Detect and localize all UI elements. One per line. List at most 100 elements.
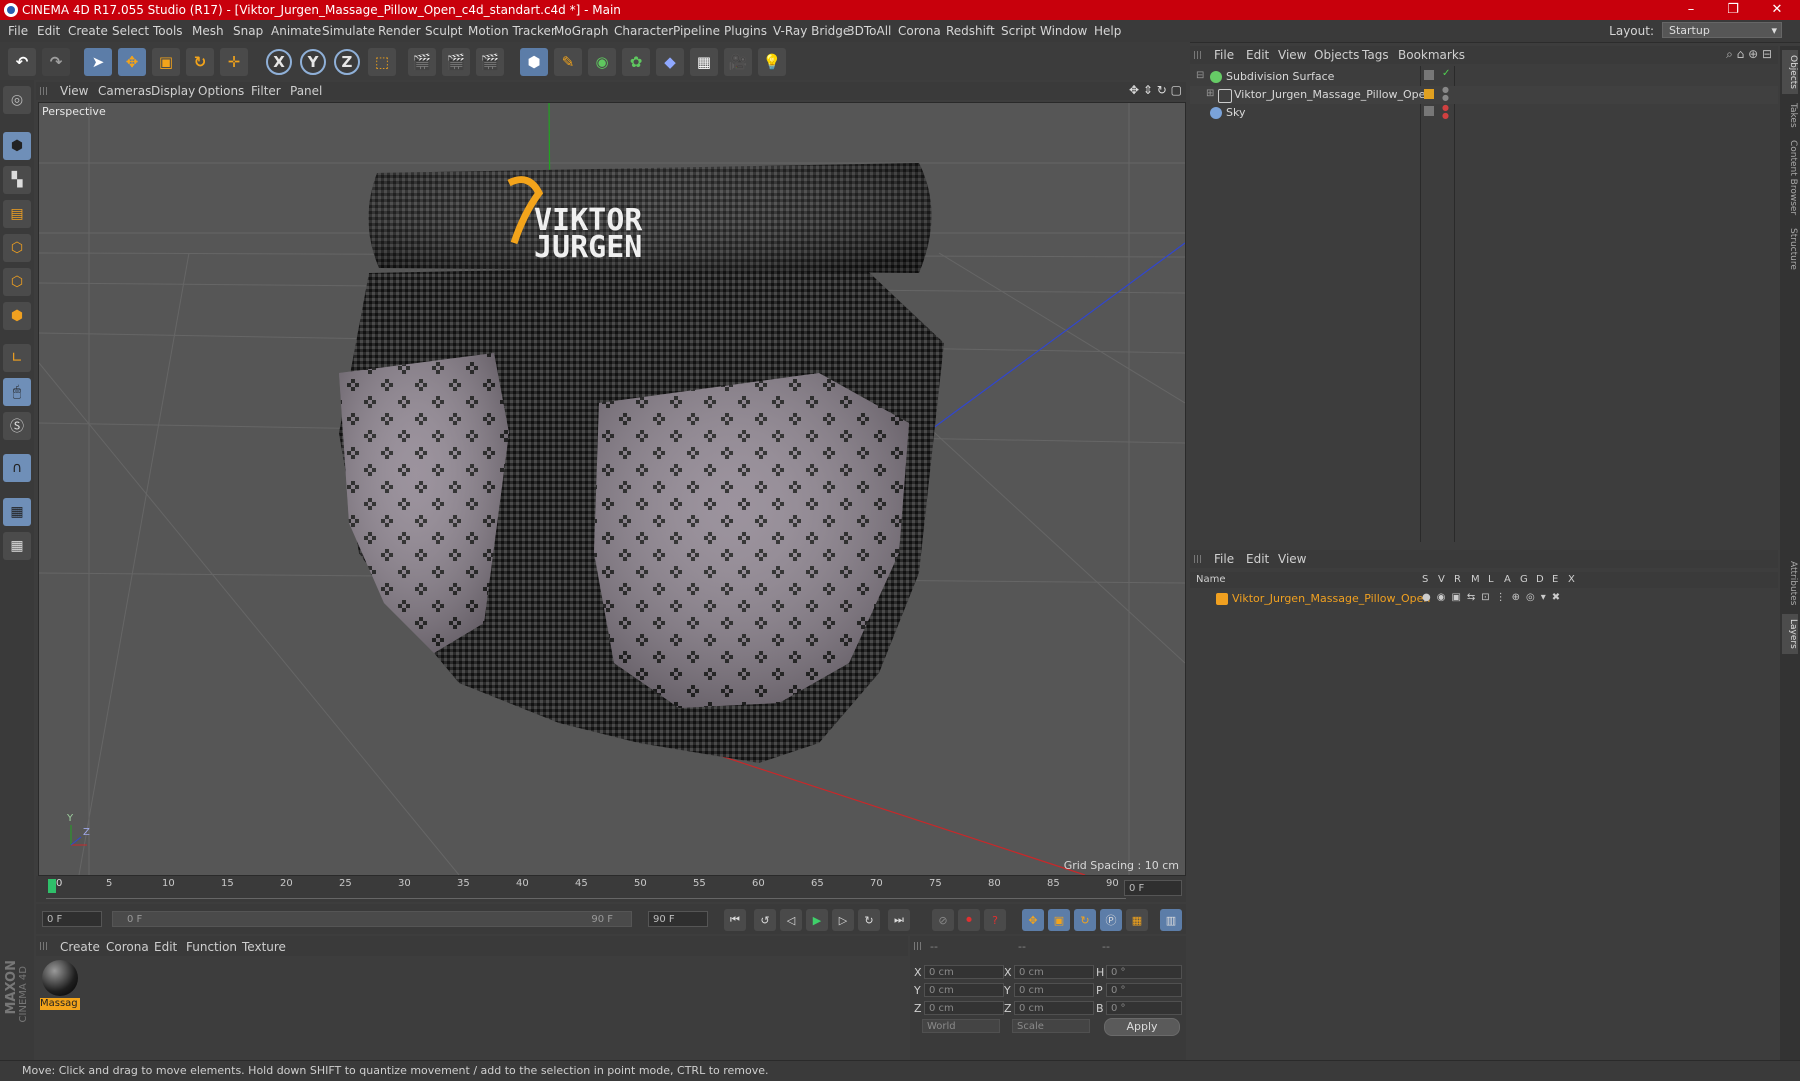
- menu-character[interactable]: Character: [614, 24, 673, 38]
- rotation-b-field[interactable]: 0 °: [1106, 1001, 1182, 1015]
- size-mode-select[interactable]: Scale: [1012, 1019, 1090, 1033]
- object-row[interactable]: ⊞ Viktor_Jurgen_Massage_Pillow_Open ● ●: [1190, 86, 1778, 104]
- menu-tools[interactable]: Tools: [153, 24, 183, 38]
- viewport-menu-filter[interactable]: Filter: [251, 84, 281, 98]
- go-to-end-button[interactable]: ⏭: [888, 909, 910, 931]
- menu-mesh[interactable]: Mesh: [192, 24, 224, 38]
- z-axis-lock-button[interactable]: Z: [334, 49, 360, 75]
- menu-animate[interactable]: Animate: [271, 24, 321, 38]
- viewport-menu-view[interactable]: View: [60, 84, 88, 98]
- y-axis-lock-button[interactable]: Y: [300, 49, 326, 75]
- next-key-button[interactable]: ↻: [858, 909, 880, 931]
- menu-motion-tracker[interactable]: Motion Tracker: [468, 24, 556, 38]
- live-selection-button[interactable]: ➤: [84, 48, 112, 76]
- render-settings-button[interactable]: 🎬: [476, 48, 504, 76]
- position-z-field[interactable]: 0 cm: [924, 1001, 1004, 1015]
- layer-tag-icon[interactable]: [1424, 106, 1434, 116]
- viewport-menu-panel[interactable]: Panel: [290, 84, 322, 98]
- max-frame-field[interactable]: 90 F: [648, 911, 708, 927]
- om-menu-bookmarks[interactable]: Bookmarks: [1398, 48, 1465, 62]
- layer-row[interactable]: Viktor_Jurgen_Massage_Pillow_Open ●◉▣⇆⊡⋮…: [1190, 590, 1778, 608]
- polygons-mode-button[interactable]: ⬢: [3, 302, 31, 330]
- rotation-p-field[interactable]: 0 °: [1106, 983, 1182, 997]
- current-frame-field[interactable]: 0 F: [42, 911, 102, 927]
- om-menu-file[interactable]: File: [1214, 48, 1234, 62]
- add-deformer-button[interactable]: ◆: [656, 48, 684, 76]
- workplane-mode-button[interactable]: ▤: [3, 200, 31, 228]
- make-editable-button[interactable]: ◎: [3, 86, 31, 114]
- tab-structure[interactable]: Structure: [1782, 224, 1798, 274]
- om-menu-view[interactable]: View: [1278, 48, 1306, 62]
- end-frame-field[interactable]: 0 F: [1124, 880, 1182, 896]
- points-mode-button[interactable]: ⬡: [3, 234, 31, 262]
- coordinate-system-button[interactable]: ⬚: [368, 48, 396, 76]
- tab-layers[interactable]: Layers: [1782, 614, 1798, 654]
- menu-plugins[interactable]: Plugins: [724, 24, 767, 38]
- minimize-button[interactable]: –: [1668, 0, 1714, 20]
- layer-flag-icons[interactable]: ●◉▣⇆⊡⋮⊕◎▾✖: [1422, 592, 1566, 603]
- viewport-menu-display[interactable]: Display: [151, 84, 195, 98]
- position-y-field[interactable]: 0 cm: [924, 983, 1004, 997]
- menu-script[interactable]: Script: [1001, 24, 1036, 38]
- menu-3dtoall[interactable]: 3DToAll: [847, 24, 891, 38]
- lm-menu-edit[interactable]: Edit: [1246, 552, 1269, 566]
- menu-snap[interactable]: Snap: [233, 24, 263, 38]
- layer-tag-icon[interactable]: [1424, 70, 1434, 80]
- tab-content-browser[interactable]: Content Browser: [1782, 136, 1798, 220]
- viewport-nav-icons[interactable]: ✥ ⇕ ↻ ▢: [1129, 83, 1182, 97]
- layer-color-icon[interactable]: [1424, 89, 1434, 99]
- add-spline-button[interactable]: ✎: [554, 48, 582, 76]
- scale-tool-button[interactable]: ▣: [152, 48, 180, 76]
- render-view-button[interactable]: 🎬: [408, 48, 436, 76]
- layer-color-swatch[interactable]: [1216, 593, 1228, 605]
- viewport-menu-options[interactable]: Options: [198, 84, 244, 98]
- om-menu-edit[interactable]: Edit: [1246, 48, 1269, 62]
- key-parameter-button[interactable]: Ⓟ: [1100, 909, 1122, 931]
- add-mograph-button[interactable]: ✿: [622, 48, 650, 76]
- menu-redshift[interactable]: Redshift: [946, 24, 995, 38]
- size-y-field[interactable]: 0 cm: [1014, 983, 1094, 997]
- move-tool-button[interactable]: ✥: [118, 48, 146, 76]
- add-camera-button[interactable]: 🎥: [724, 48, 752, 76]
- timeline-ruler[interactable]: 0 5 10 15 20 25 30 35 40 45 50 55 60 65 …: [36, 876, 1186, 902]
- object-row[interactable]: Sky ● ●: [1190, 104, 1778, 122]
- rotation-h-field[interactable]: 0 °: [1106, 965, 1182, 979]
- menu-corona[interactable]: Corona: [898, 24, 941, 38]
- material-menu-texture[interactable]: Texture: [242, 940, 286, 954]
- texture-mode-button[interactable]: ▚: [3, 166, 31, 194]
- key-pla-button[interactable]: ▦: [1126, 909, 1148, 931]
- apply-button[interactable]: Apply: [1104, 1018, 1180, 1036]
- enabled-check-icon[interactable]: ✓: [1442, 68, 1450, 79]
- previous-key-button[interactable]: ↺: [754, 909, 776, 931]
- render-to-picture-viewer-button[interactable]: 🎬: [442, 48, 470, 76]
- material-menu-corona[interactable]: Corona: [106, 940, 149, 954]
- 3d-viewport[interactable]: VIKTOR JURGEN Y Z Perspective Grid Spaci…: [38, 102, 1186, 876]
- preview-range-slider[interactable]: 0 F 90 F: [112, 911, 632, 927]
- menu-render[interactable]: Render: [378, 24, 421, 38]
- object-row[interactable]: ⊟ Subdivision Surface ✓: [1190, 68, 1778, 86]
- record-keys-button[interactable]: ⊘: [932, 909, 954, 931]
- model-mode-button[interactable]: ⬢: [3, 132, 31, 160]
- enable-axis-button[interactable]: ∟: [3, 344, 31, 372]
- material-preview-ball[interactable]: [42, 960, 78, 996]
- close-button[interactable]: ✕: [1754, 0, 1800, 20]
- visibility-dots-icon[interactable]: ● ●: [1442, 86, 1449, 102]
- edges-mode-button[interactable]: ⬡: [3, 268, 31, 296]
- add-cube-button[interactable]: ⬢: [520, 48, 548, 76]
- quantize-button[interactable]: ▦: [3, 532, 31, 560]
- menu-vray-bridge[interactable]: V-Ray Bridge: [773, 24, 850, 38]
- key-scale-button[interactable]: ▣: [1048, 909, 1070, 931]
- tweak-mode-button[interactable]: 🖱: [3, 378, 31, 406]
- material-menu-create[interactable]: Create: [60, 940, 100, 954]
- previous-frame-button[interactable]: ◁: [780, 909, 802, 931]
- add-light-button[interactable]: 💡: [758, 48, 786, 76]
- keyframe-selection-button[interactable]: ?: [984, 909, 1006, 931]
- size-x-field[interactable]: 0 cm: [1014, 965, 1094, 979]
- menu-window[interactable]: Window: [1040, 24, 1087, 38]
- visibility-dots-icon[interactable]: ● ●: [1442, 104, 1449, 120]
- add-nurbs-button[interactable]: ◉: [588, 48, 616, 76]
- menu-help[interactable]: Help: [1094, 24, 1121, 38]
- x-axis-lock-button[interactable]: X: [266, 49, 292, 75]
- material-menu-edit[interactable]: Edit: [154, 940, 177, 954]
- workplane-lock-button[interactable]: ▦: [3, 498, 31, 526]
